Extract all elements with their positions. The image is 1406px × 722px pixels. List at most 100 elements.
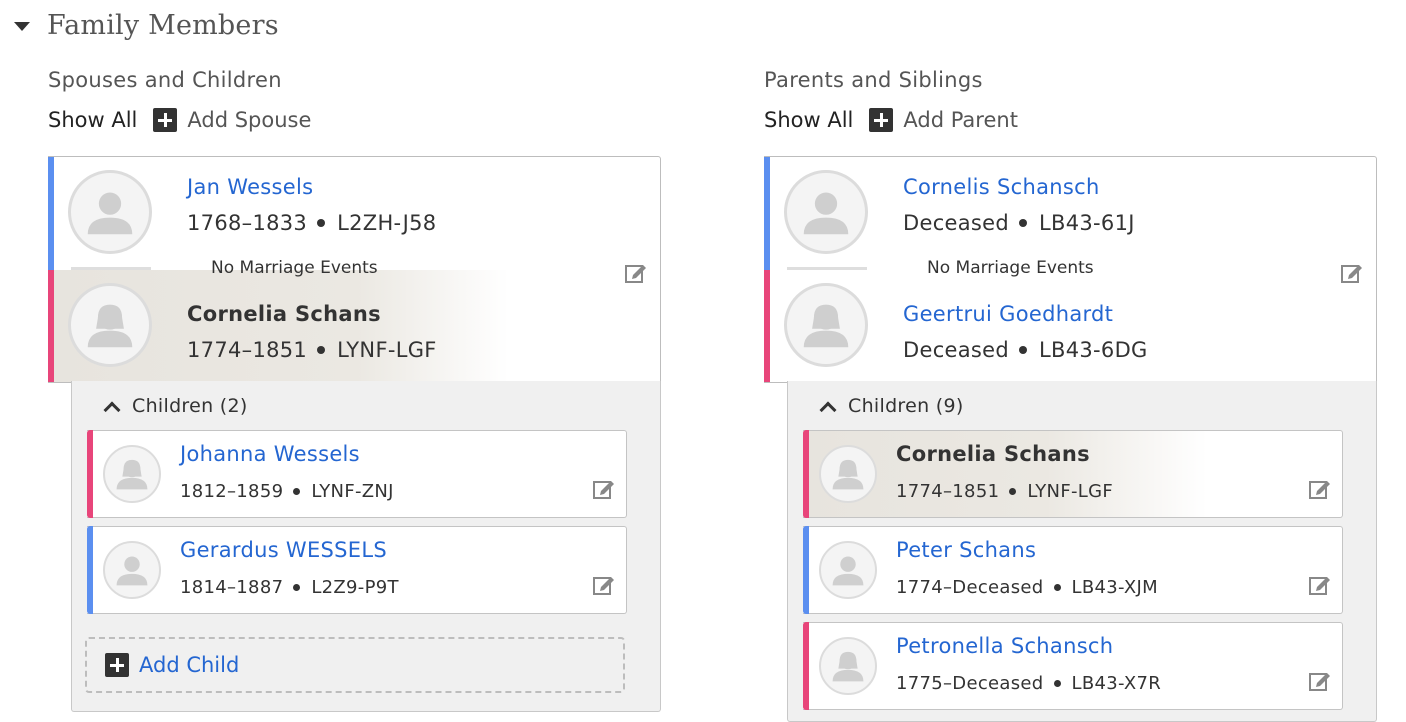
no-marriage-events: No Marriage Events	[211, 258, 378, 278]
child-dates: 1812–1859	[180, 481, 284, 502]
child-id: LB43-X7R	[1071, 673, 1162, 694]
children-section: Children (2) Johanna Wessels 1812–1859 LY…	[71, 381, 661, 712]
husband-id: L2ZH-J58	[337, 211, 437, 235]
parents-heading: Parents and Siblings	[764, 68, 983, 92]
parents-couple-card: Cornelis Schansch Deceased LB43-61J No Ma…	[764, 156, 1377, 383]
female-avatar-icon	[68, 283, 152, 367]
bullet	[1053, 583, 1061, 591]
plus-icon	[105, 653, 129, 677]
child-name-link[interactable]: Petronella Schansch	[896, 634, 1113, 658]
child-name-link[interactable]: Peter Schans	[896, 538, 1036, 562]
edit-couple-icon[interactable]	[1340, 261, 1364, 285]
husband-dates: 1768–1833	[187, 211, 308, 235]
husband-meta: 1768–1833 L2ZH-J58	[187, 211, 436, 235]
add-child-button[interactable]: Add Child	[85, 637, 625, 693]
marriage-divider	[71, 267, 151, 270]
bullet	[317, 219, 326, 227]
bullet	[1053, 679, 1061, 687]
edit-child-icon[interactable]	[1308, 669, 1332, 693]
child-dates: 1774–1851	[896, 481, 1000, 502]
add-spouse-label: Add Spouse	[187, 108, 312, 132]
husband-name-link[interactable]: Jan Wessels	[187, 175, 313, 199]
parents-actions: Show All Add Parent	[764, 108, 1018, 132]
father-id: LB43-61J	[1039, 211, 1135, 235]
add-parent-label: Add Parent	[903, 108, 1018, 132]
child-name-link[interactable]: Gerardus WESSELS	[180, 538, 387, 562]
wife-id: LYNF-LGF	[337, 338, 437, 362]
female-gender-strip	[87, 430, 93, 518]
bullet	[293, 583, 301, 591]
female-avatar-icon	[784, 283, 868, 367]
edit-child-icon[interactable]	[592, 477, 616, 501]
wife-name: Cornelia Schans	[187, 302, 381, 326]
female-gender-strip	[803, 430, 809, 518]
wife-meta: 1774–1851 LYNF-LGF	[187, 338, 437, 362]
bullet	[317, 346, 326, 354]
husband-row: Jan Wessels 1768–1833 L2ZH-J58	[54, 157, 660, 269]
male-gender-strip	[87, 526, 93, 614]
mother-row: Geertrui Goedhardt Deceased LB43-6DG	[770, 270, 1376, 382]
section-title: Family Members	[47, 10, 279, 41]
spouses-actions: Show All Add Spouse	[48, 108, 311, 132]
mother-name-link[interactable]: Geertrui Goedhardt	[903, 302, 1113, 326]
male-avatar-icon	[819, 541, 877, 599]
mother-dates: Deceased	[903, 338, 1010, 362]
edit-child-icon[interactable]	[1308, 573, 1332, 597]
bullet	[1019, 346, 1028, 354]
chevron-up-icon	[103, 401, 121, 419]
add-parent-button[interactable]: Add Parent	[869, 108, 1018, 132]
child-dates: 1775–Deceased	[896, 673, 1044, 694]
child-card: Johanna Wessels 1812–1859 LYNF-ZNJ	[87, 430, 627, 518]
marriage-divider	[787, 267, 867, 270]
children-count: Children (9)	[848, 395, 964, 417]
plus-icon	[869, 108, 894, 132]
father-meta: Deceased LB43-61J	[903, 211, 1135, 235]
child-meta: 1774–Deceased LB43-XJM	[896, 577, 1158, 598]
child-card: Peter Schans 1774–Deceased LB43-XJM	[803, 526, 1343, 614]
spouses-heading: Spouses and Children	[48, 68, 282, 92]
father-name-link[interactable]: Cornelis Schansch	[903, 175, 1100, 199]
child-meta: 1774–1851 LYNF-LGF	[896, 481, 1113, 502]
add-spouse-button[interactable]: Add Spouse	[153, 108, 311, 132]
father-dates: Deceased	[903, 211, 1010, 235]
male-avatar-icon	[68, 170, 152, 254]
child-dates: 1814–1887	[180, 577, 284, 598]
female-avatar-icon	[819, 637, 877, 695]
children-count: Children (2)	[132, 395, 248, 417]
child-id: LYNF-ZNJ	[311, 481, 394, 502]
wife-dates: 1774–1851	[187, 338, 308, 362]
child-dates: 1774–Deceased	[896, 577, 1044, 598]
child-meta: 1775–Deceased LB43-X7R	[896, 673, 1161, 694]
mother-id: LB43-6DG	[1039, 338, 1148, 362]
child-id: L2Z9-P9T	[311, 577, 399, 598]
add-child-label: Add Child	[139, 653, 240, 677]
edit-child-icon[interactable]	[1308, 477, 1332, 501]
child-meta: 1812–1859 LYNF-ZNJ	[180, 481, 394, 502]
chevron-up-icon	[819, 401, 837, 419]
collapse-caret-icon[interactable]	[14, 22, 30, 31]
male-avatar-icon	[103, 541, 161, 599]
show-all-spouses-link[interactable]: Show All	[48, 108, 137, 132]
bullet	[1019, 219, 1028, 227]
child-card: Petronella Schansch 1775–Deceased LB43-X7…	[803, 622, 1343, 710]
child-card: Cornelia Schans 1774–1851 LYNF-LGF	[803, 430, 1343, 518]
mother-meta: Deceased LB43-6DG	[903, 338, 1148, 362]
edit-child-icon[interactable]	[592, 573, 616, 597]
child-name-link[interactable]: Johanna Wessels	[180, 442, 360, 466]
child-meta: 1814–1887 L2Z9-P9T	[180, 577, 399, 598]
family-members-header: Family Members	[14, 10, 279, 41]
bullet	[293, 487, 301, 495]
child-id: LB43-XJM	[1071, 577, 1158, 598]
child-card: Gerardus WESSELS 1814–1887 L2Z9-P9T	[87, 526, 627, 614]
siblings-section: Children (9) Cornelia Schans 1774–1851 LY…	[787, 381, 1377, 722]
plus-icon	[153, 108, 178, 132]
father-row: Cornelis Schansch Deceased LB43-61J	[770, 157, 1376, 269]
show-all-parents-link[interactable]: Show All	[764, 108, 853, 132]
no-marriage-events: No Marriage Events	[927, 258, 1094, 278]
children-toggle[interactable]: Children (9)	[819, 395, 964, 419]
edit-couple-icon[interactable]	[624, 261, 648, 285]
children-toggle[interactable]: Children (2)	[103, 395, 248, 419]
bullet	[1009, 487, 1017, 495]
child-name: Cornelia Schans	[896, 442, 1090, 466]
couple-card: Jan Wessels 1768–1833 L2ZH-J58 No Marriag…	[48, 156, 661, 383]
